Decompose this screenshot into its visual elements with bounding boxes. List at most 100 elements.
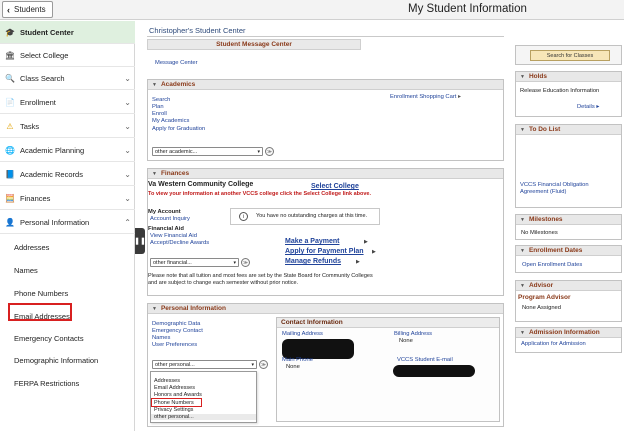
sidebar-subitem-email-addresses[interactable]: Email Addresses: [0, 305, 135, 327]
academics-header[interactable]: ▼ Academics: [148, 80, 503, 90]
triangle-down-icon: ▼: [152, 305, 157, 312]
main-phone-label: Main Phone: [282, 357, 313, 363]
demographic-data-link[interactable]: Demographic Data: [152, 321, 200, 327]
dropdown-option-privacy-settings[interactable]: Privacy Settings: [154, 407, 193, 413]
chevron-down-icon: ⌄: [124, 169, 131, 179]
sidebar-item-tasks[interactable]: ⚠ Tasks ⌄: [0, 115, 135, 138]
advisor-panel: ▼ Advisor: [515, 280, 622, 322]
sidebar-subitem-names[interactable]: Names: [0, 259, 135, 281]
back-button[interactable]: ‹ Students: [2, 1, 53, 18]
dropdown-option-other-personal[interactable]: other personal...: [151, 414, 256, 420]
academics-link-plan[interactable]: Plan: [152, 104, 164, 110]
mailing-address-label: Mailing Address: [282, 331, 323, 337]
chevron-down-icon: ⌄: [124, 73, 131, 83]
holds-header[interactable]: ▼ Holds: [516, 72, 621, 82]
sidebar-item-student-center[interactable]: 🎓 Student Center: [0, 21, 135, 44]
sidebar-collapse-handle[interactable]: ❚❚: [134, 228, 146, 254]
enrollment-dates-panel: ▼ Enrollment Dates: [515, 245, 622, 273]
enrollment-dates-heading: Enrollment Dates: [528, 247, 583, 254]
sidebar-subitem-demographic-information[interactable]: Demographic Information: [0, 349, 135, 371]
sidebar-item-label: Class Search: [20, 73, 65, 83]
other-financial-select[interactable]: other financial... ▾: [150, 258, 239, 267]
select-college-notice: To view your information at another VCCS…: [148, 191, 372, 197]
holds-details-link[interactable]: Details ▸: [577, 104, 599, 110]
dropdown-option-email-addresses[interactable]: Email Addresses: [154, 385, 195, 391]
sidebar-item-academic-planning[interactable]: 🌐 Academic Planning ⌄: [0, 139, 135, 162]
no-charges-notice: i You have no outstanding charges at thi…: [230, 208, 380, 225]
select-value: other financial...: [153, 259, 192, 266]
finances-header[interactable]: ▼ Finances: [148, 169, 503, 179]
user-preferences-link[interactable]: User Preferences: [152, 342, 197, 348]
milestones-item: No Milestones: [521, 230, 558, 236]
sidebar-subitem-emergency-contacts[interactable]: Emergency Contacts: [0, 327, 135, 349]
page-title: My Student Information: [408, 3, 527, 15]
main-phone-value: None: [286, 364, 300, 370]
student-email-label: VCCS Student E-mail: [397, 357, 453, 363]
milestones-header[interactable]: ▼ Milestones: [516, 215, 621, 225]
admission-heading: Admission Information: [528, 329, 600, 336]
triangle-down-icon: ▼: [520, 216, 525, 223]
personal-information-header[interactable]: ▼ Personal Information: [148, 304, 503, 314]
make-payment-link[interactable]: Make a Payment: [285, 238, 339, 245]
enrollment-shopping-cart-link[interactable]: Enrollment Shopping Cart ▸: [390, 94, 461, 100]
college-name: Va Western Community College: [148, 181, 254, 188]
graduation-cap-icon: 🎓: [5, 27, 15, 37]
details-label: Details: [577, 104, 595, 110]
cart-link-label: Enrollment Shopping Cart: [390, 94, 457, 100]
building-icon: 🏛: [4, 50, 16, 60]
academics-link-enroll[interactable]: Enroll: [152, 111, 167, 117]
sidebar-item-label: Enrollment: [20, 97, 56, 107]
apply-payment-plan-link[interactable]: Apply for Payment Plan: [285, 248, 364, 255]
academics-link-apply-graduation[interactable]: Apply for Graduation: [152, 126, 205, 132]
sidebar-item-label: Personal Information: [20, 217, 90, 227]
sidebar-item-class-search[interactable]: 🔍 Class Search ⌄: [0, 67, 135, 90]
sidebar-item-enrollment[interactable]: 📄 Enrollment ⌄: [0, 91, 135, 114]
triangle-down-icon: ▼: [152, 170, 157, 177]
sidebar-subitem-ferpa-restrictions[interactable]: FERPA Restrictions: [0, 372, 135, 394]
financial-aid-label: Financial Aid: [148, 226, 184, 232]
academics-link-my-academics[interactable]: My Academics: [152, 118, 189, 124]
holds-item: Release Education Information: [520, 88, 600, 94]
todo-item-link[interactable]: VCCS Financial Obligation Agreement (Flu…: [520, 182, 616, 195]
go-button[interactable]: ≫: [265, 147, 274, 156]
todo-list-header[interactable]: ▼ To Do List: [516, 125, 621, 135]
dropdown-option-addresses[interactable]: Addresses: [154, 378, 180, 384]
sidebar-item-label: Academic Records: [20, 169, 83, 179]
divider: [147, 36, 504, 37]
other-personal-select[interactable]: other personal... ▾: [152, 360, 257, 369]
triangle-down-icon: ▼: [152, 81, 157, 88]
enrollment-dates-header[interactable]: ▼ Enrollment Dates: [516, 246, 621, 256]
globe-icon: 🌐: [5, 145, 15, 155]
names-link[interactable]: Names: [152, 335, 170, 341]
select-college-link[interactable]: Select College: [311, 183, 359, 190]
sidebar-item-label: Student Center: [20, 27, 74, 37]
sidebar-item-finances[interactable]: 🧮 Finances ⌄: [0, 187, 135, 210]
sidebar-subitem-addresses[interactable]: Addresses: [0, 236, 135, 258]
redacted-student-email: [393, 365, 475, 377]
contact-information-header: Contact Information: [277, 318, 499, 328]
academics-link-search[interactable]: Search: [152, 97, 170, 103]
accept-decline-awards-link[interactable]: Accept/Decline Awards: [150, 240, 209, 246]
sidebar-item-academic-records[interactable]: 📘 Academic Records ⌄: [0, 163, 135, 186]
message-center-link[interactable]: Message Center: [155, 60, 198, 66]
view-financial-aid-link[interactable]: View Financial Aid: [150, 233, 197, 239]
open-enrollment-dates-link[interactable]: Open Enrollment Dates: [522, 262, 582, 268]
my-account-label: My Account: [148, 209, 181, 215]
sidebar-item-personal-information[interactable]: 👤 Personal Information ⌃: [0, 211, 135, 234]
sidebar-item-select-college[interactable]: 🏛 Select College: [0, 44, 135, 67]
triangle-down-icon: ▼: [520, 247, 525, 254]
other-personal-dropdown-list: Addresses Email Addresses Honors and Awa…: [150, 371, 257, 423]
sidebar-item-label: Finances: [20, 193, 51, 203]
manage-refunds-link[interactable]: Manage Refunds: [285, 258, 341, 265]
admission-information-header[interactable]: ▼ Admission Information: [516, 328, 621, 338]
advisor-header[interactable]: ▼ Advisor: [516, 281, 621, 291]
go-button[interactable]: ≫: [241, 258, 250, 267]
other-academic-select[interactable]: other academic... ▾: [152, 147, 263, 156]
account-inquiry-link[interactable]: Account Inquiry: [150, 216, 190, 222]
sidebar-subitem-phone-numbers[interactable]: Phone Numbers: [0, 282, 135, 304]
back-button-label: Students: [14, 5, 46, 14]
emergency-contact-link[interactable]: Emergency Contact: [152, 328, 203, 334]
go-button[interactable]: ≫: [259, 360, 268, 369]
application-for-admission-link[interactable]: Application for Admission: [521, 341, 586, 347]
search-for-classes-button[interactable]: Search for Classes: [530, 50, 610, 61]
